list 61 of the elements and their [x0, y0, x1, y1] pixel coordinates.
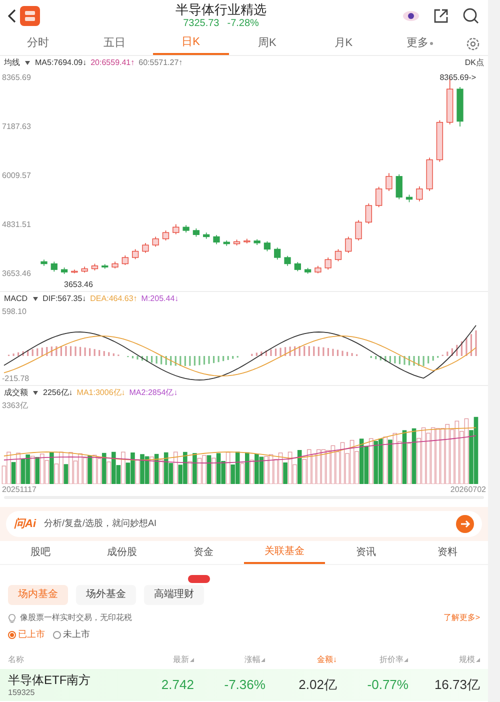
price-axis-label: 8365.69: [1, 73, 32, 83]
date-label: 20251117: [2, 484, 36, 496]
indicator-selector[interactable]: 均线: [4, 57, 20, 69]
learn-more-link[interactable]: 了解更多>: [443, 612, 480, 624]
period-tab[interactable]: 五日: [76, 32, 153, 55]
section-tab[interactable]: 成份股: [81, 541, 163, 564]
column-header[interactable]: 最新: [172, 654, 189, 666]
ai-input-field[interactable]: 分析/复盘/选股，就问妙想AI: [44, 517, 448, 531]
period-tab[interactable]: 日K: [152, 32, 229, 55]
macd-value: DEA:464.63↑: [90, 293, 138, 305]
ma-value: 20:6559.41↑: [90, 57, 135, 69]
section-tab[interactable]: 股吧: [0, 541, 82, 564]
table-cell-text: 2.02亿: [298, 676, 337, 694]
fund-row[interactable]: 半导体ETF南方 159325 2.742 -7.36% 2.02亿 -0.77% 16.73亿: [0, 669, 488, 701]
period-tab[interactable]: 更多: [382, 32, 458, 55]
listing-radio[interactable]: 已上市: [8, 628, 45, 642]
macd-axis-label: -215.78: [2, 373, 30, 385]
section-tab[interactable]: 资讯: [325, 541, 407, 564]
volume-value: 2256亿↓: [43, 387, 73, 399]
period-tab[interactable]: 月K: [305, 32, 382, 55]
price-axis-label: 7187.63: [1, 122, 32, 132]
fund-name: 半导体ETF南方: [8, 672, 92, 688]
indicator-selector[interactable]: MACD: [4, 293, 28, 305]
column-header[interactable]: 涨幅: [244, 654, 260, 666]
table-cell-text: -0.77%: [366, 676, 408, 694]
listing-radio[interactable]: 未上市: [53, 628, 90, 642]
fund-tab[interactable]: 场外基金: [76, 584, 136, 604]
column-header[interactable]: 金额↓: [316, 654, 337, 666]
ma-value: MA5:7694.09↓: [35, 57, 87, 69]
macd-axis-label: 598.10: [2, 306, 26, 318]
dk-point-toggle[interactable]: DK点: [464, 57, 484, 69]
fund-code: 159325: [8, 688, 36, 698]
section-tab[interactable]: 资料: [406, 541, 488, 564]
index-change: -7.28%: [227, 18, 259, 30]
date-label: 20260702: [450, 484, 486, 496]
table-cell-text: -7.36%: [223, 676, 266, 694]
section-tab[interactable]: 关联基金: [244, 541, 326, 564]
macd-value: DIF:567.35↓: [42, 293, 86, 305]
tip-text: 像股票一样实时交易，无印花税: [20, 612, 132, 624]
index-price: 7325.73: [183, 18, 220, 30]
column-header[interactable]: 名称: [8, 654, 24, 666]
column-header[interactable]: 折价率: [379, 654, 404, 666]
price-axis-label: 4831.51: [1, 220, 32, 230]
volume-axis-label: 3363亿: [2, 400, 28, 412]
period-tab[interactable]: 周K: [228, 32, 306, 55]
price-axis-label: 3653.46: [1, 269, 32, 279]
period-tab[interactable]: 分时: [0, 32, 76, 55]
section-tab[interactable]: 资金: [162, 541, 244, 564]
fund-tab[interactable]: 高端理财: [144, 584, 204, 604]
ai-search-bar[interactable]: 问Ai 分析/复盘/选股，就问妙想AI: [6, 511, 482, 537]
price-axis-label: 6009.57: [1, 171, 32, 181]
table-cell-text: 2.742: [160, 676, 194, 694]
table-cell-text: 16.73亿: [433, 676, 480, 694]
index-title: 半导体行业精选: [176, 2, 266, 18]
high-price-marker: 8365.69->: [440, 72, 476, 84]
indicator-selector[interactable]: 成交额: [4, 387, 28, 399]
macd-value: M:205.44↓: [141, 293, 179, 305]
ai-logo: 问Ai: [14, 516, 36, 532]
ma-value: 60:5571.27↑: [138, 57, 183, 69]
volume-value: MA2:2854亿↓: [129, 387, 178, 399]
volume-value: MA1:3006亿↓: [76, 387, 126, 399]
